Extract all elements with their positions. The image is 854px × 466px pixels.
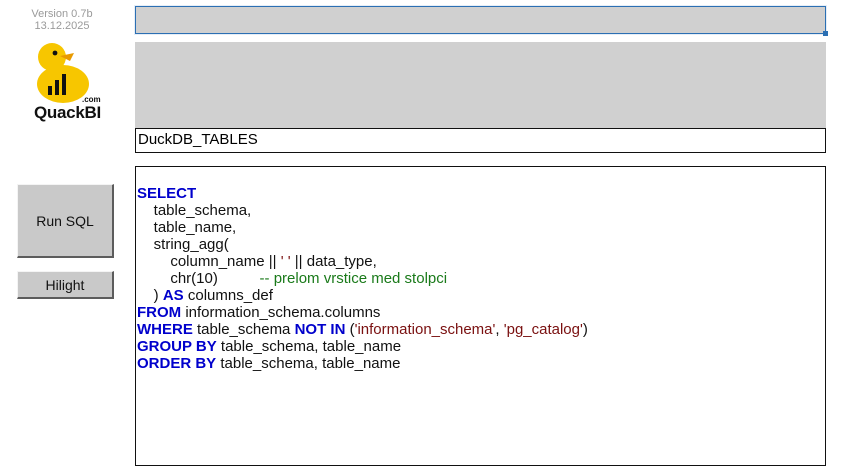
sql-line: chr(10) -- prelom vrstice med stolpci: [137, 270, 825, 287]
sql-line: ) AS columns_def: [137, 287, 825, 304]
sql-text: table_schema,: [137, 202, 252, 219]
sql-text: string_agg(: [137, 236, 229, 253]
sql-comment: -- prelom vrstice med stolpci: [259, 270, 448, 287]
sql-text: || data_type,: [290, 253, 377, 270]
version-label: Version 0.7b: [31, 8, 93, 20]
sql-line: FROM information_schema.columns: [137, 304, 825, 321]
sql-line: string_agg(: [137, 236, 825, 253]
sql-text: ): [582, 321, 588, 338]
sql-text: column_name ||: [137, 253, 281, 270]
sql-text: columns_def: [183, 287, 273, 304]
sql-editor[interactable]: SELECT table_schema, table_name, string_…: [135, 166, 826, 466]
quackbi-logo: .com QuackBI: [30, 40, 106, 124]
sql-keyword: FROM: [137, 304, 182, 321]
sql-line: GROUP BY table_schema, table_name: [137, 338, 825, 355]
sql-keyword: NOT IN: [294, 321, 346, 338]
sql-text: chr(10): [137, 270, 260, 287]
sql-text: table_schema, table_name: [216, 355, 401, 372]
run-sql-button[interactable]: Run SQL: [17, 184, 114, 258]
table-name-field[interactable]: DuckDB_TABLES: [135, 128, 826, 153]
sql-string: 'pg_catalog': [503, 321, 583, 338]
logo-name: QuackBI: [34, 103, 101, 122]
version-info: Version 0.7b 13.12.2025: [14, 8, 110, 32]
sql-line: column_name || ' ' || data_type,: [137, 253, 825, 270]
sql-keyword: ORDER BY: [137, 355, 217, 372]
sql-line: ORDER BY table_schema, table_name: [137, 355, 825, 372]
sql-line: SELECT: [137, 185, 825, 202]
hilight-button[interactable]: Hilight: [17, 271, 114, 299]
sql-string: 'information_schema': [354, 321, 496, 338]
sql-keyword: WHERE: [137, 321, 193, 338]
selected-cell-input[interactable]: [134, 5, 828, 36]
sql-text: table_name,: [137, 219, 237, 236]
sql-line: table_name,: [137, 219, 825, 236]
sql-text: table_schema, table_name: [216, 338, 402, 355]
sql-string: ' ': [280, 253, 291, 270]
sql-keyword: AS: [162, 287, 184, 304]
sql-text: (: [345, 321, 355, 338]
sql-line: table_schema,: [137, 202, 825, 219]
result-area: [135, 42, 826, 128]
sql-text: ): [137, 287, 163, 304]
sql-text: table_schema: [192, 321, 295, 338]
sql-keyword: GROUP BY: [137, 338, 217, 355]
sql-keyword: SELECT: [137, 185, 197, 202]
sql-line: WHERE table_schema NOT IN ('information_…: [137, 321, 825, 338]
version-date: 13.12.2025: [34, 20, 90, 32]
sql-text: ,: [495, 321, 504, 338]
fill-handle[interactable]: [823, 31, 828, 36]
sql-text: information_schema.columns: [181, 304, 381, 321]
